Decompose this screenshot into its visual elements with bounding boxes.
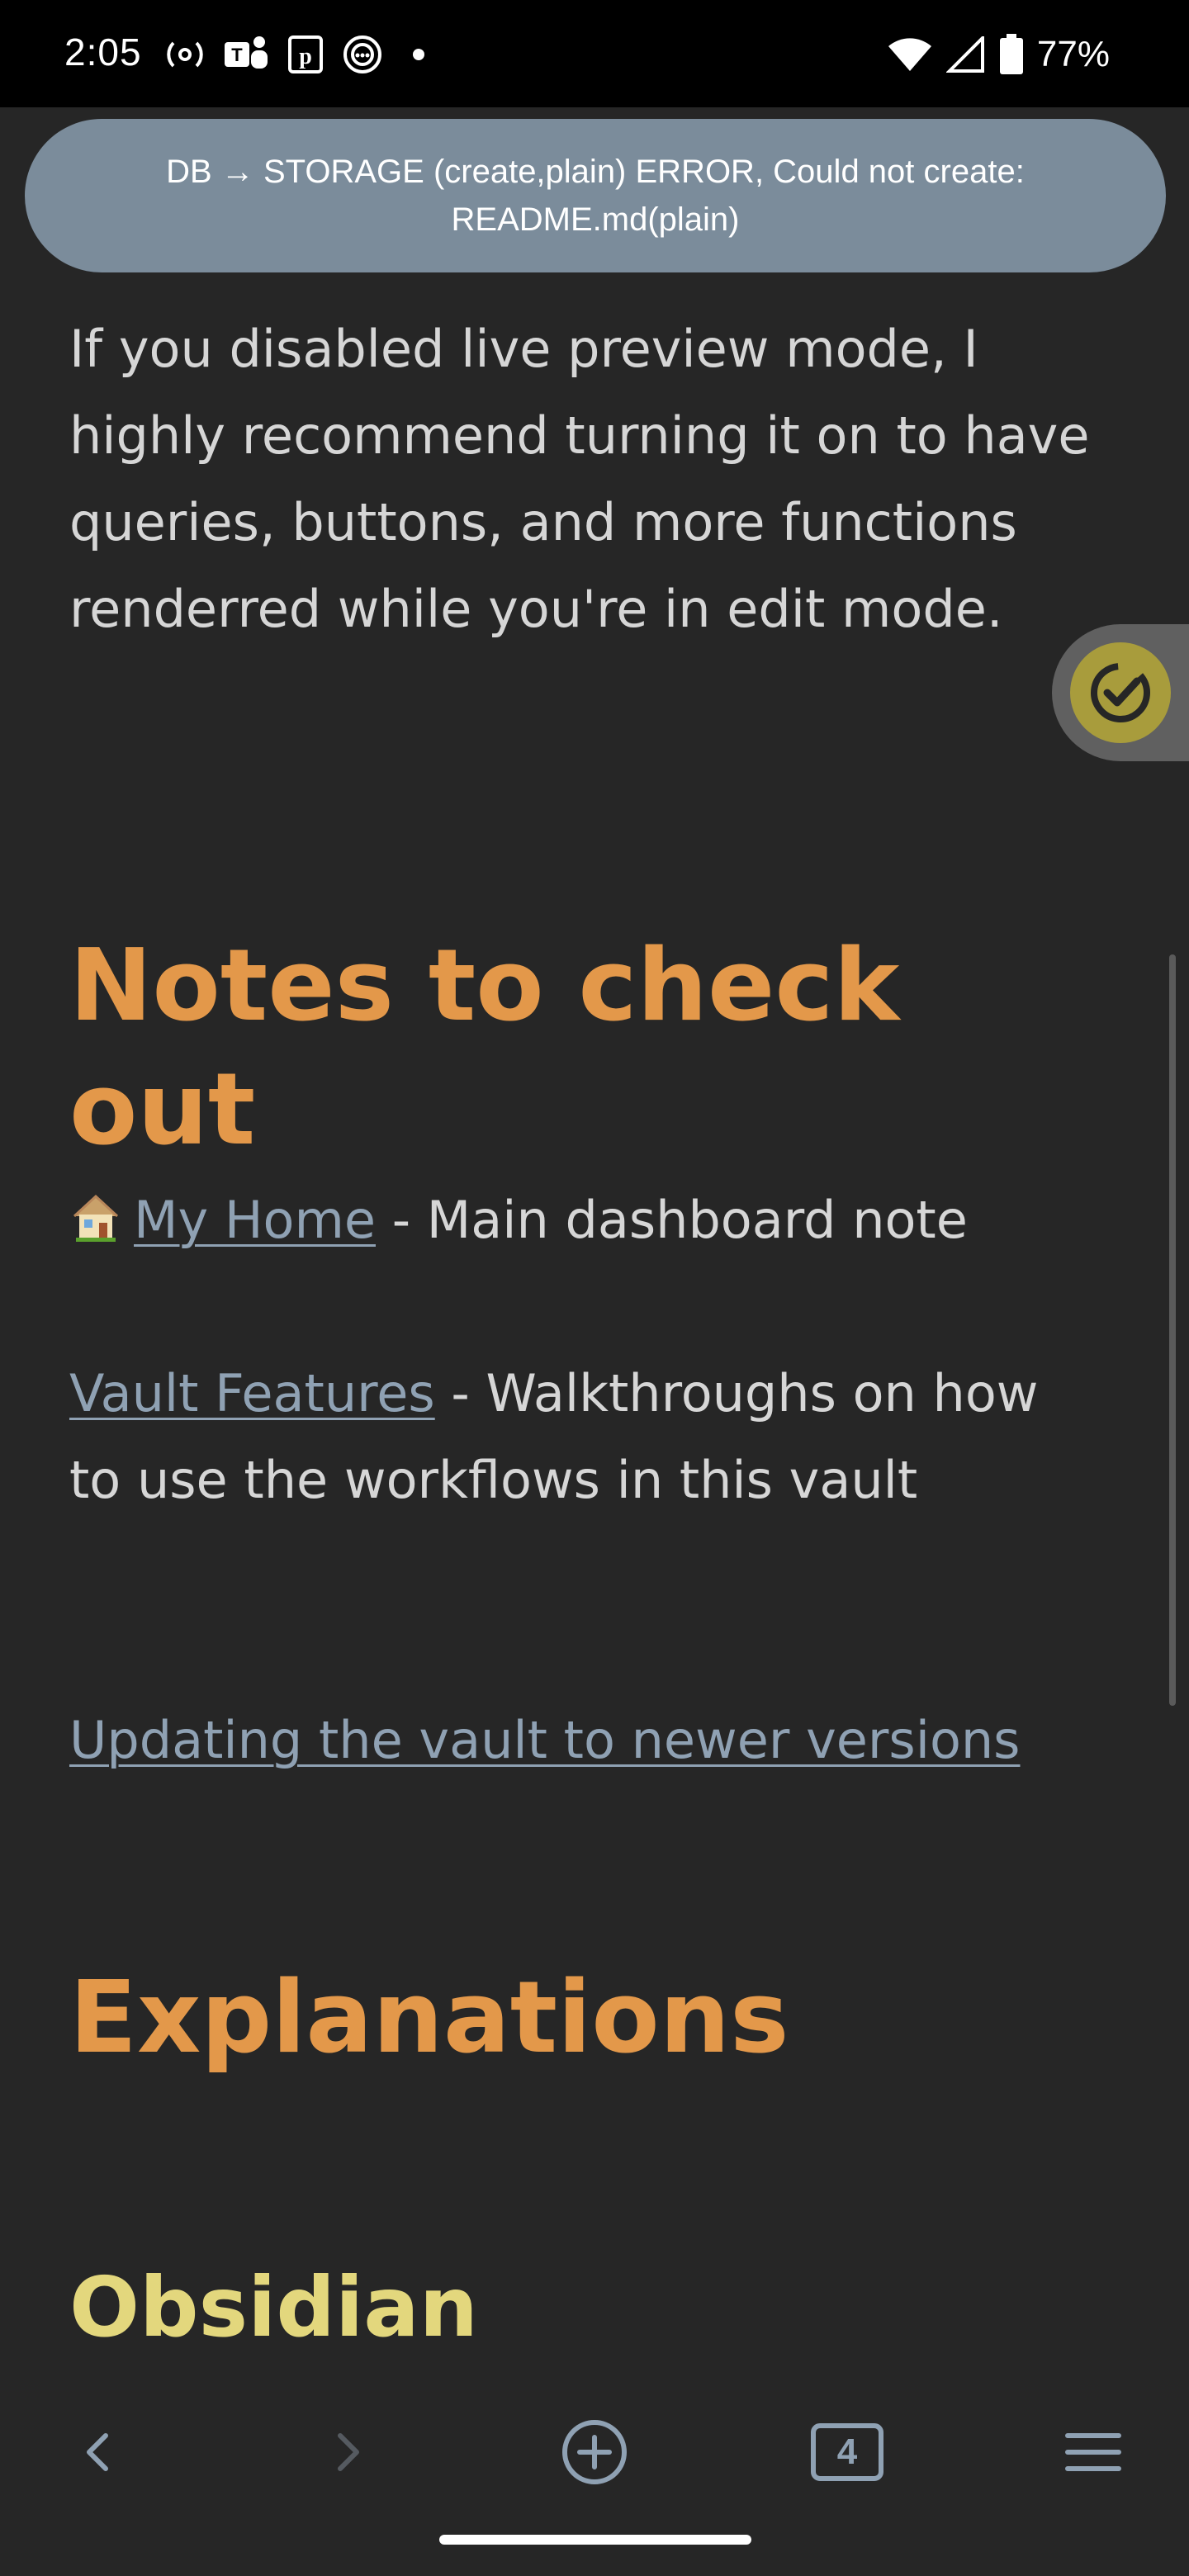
chevron-right-icon	[338, 2433, 359, 2471]
error-toast: DB → STORAGE (create,plain) ERROR, Could…	[25, 119, 1166, 272]
more-notifications-dot	[413, 49, 424, 60]
bottom-navigation: 4	[0, 2378, 1189, 2576]
heading-notes-to-check-out: Notes to check out	[69, 929, 900, 1167]
battery-percentage: 77%	[1036, 34, 1110, 74]
tabs-button[interactable]: 4	[798, 2403, 897, 2502]
signal-icon	[945, 36, 984, 73]
heading-explanations: Explanations	[69, 1961, 789, 2076]
error-toast-message: DB → STORAGE (create,plain) ERROR, Could…	[166, 154, 1025, 238]
link-line-vault-features: Vault Features - Walkthroughs on how to …	[69, 1350, 1093, 1523]
status-bar: 2:05 T p 77%	[0, 0, 1189, 107]
heading-obsidian: Obsidian	[69, 2259, 478, 2356]
screen: 2:05 T p 77% DB → STORAGE (create,plain)…	[0, 0, 1189, 2576]
check-circle-icon	[1091, 663, 1150, 722]
notification-icons: T p	[165, 30, 424, 79]
hamburger-menu-icon	[1065, 2433, 1121, 2471]
home-indicator[interactable]	[439, 2535, 751, 2545]
intro-paragraph: If you disabled live preview mode, I hig…	[69, 319, 1090, 639]
pinterest-like-icon: p	[288, 36, 323, 73]
back-button[interactable]	[50, 2403, 149, 2502]
teams-icon: T	[225, 36, 268, 69]
hotspot-icon	[167, 41, 203, 68]
my-home-link[interactable]: My Home	[134, 1190, 376, 1250]
updating-vault-link[interactable]: Updating the vault to newer versions	[69, 1710, 1020, 1770]
chevron-left-icon	[87, 2433, 108, 2471]
floating-check-button[interactable]	[1052, 624, 1189, 761]
menu-button[interactable]	[1044, 2403, 1143, 2502]
forward-button[interactable]	[297, 2403, 396, 2502]
link-line-updating-vault: Updating the vault to newer versions	[69, 1697, 1093, 1783]
wifi-icon	[888, 38, 931, 71]
check-circle[interactable]	[1070, 642, 1171, 743]
system-icons: 77%	[887, 30, 1110, 79]
status-time: 2:05	[64, 31, 142, 73]
house-icon	[73, 1194, 119, 1242]
scrollbar[interactable]	[1169, 954, 1176, 1706]
tab-count: 4	[836, 2432, 858, 2472]
battery-icon	[999, 34, 1023, 74]
my-home-description: - Main dashboard note	[376, 1190, 968, 1250]
svg-text:p: p	[299, 44, 312, 69]
new-note-button[interactable]	[545, 2403, 644, 2502]
link-line-my-home: My Home - Main dashboard note	[69, 1177, 1093, 1263]
vault-features-link[interactable]: Vault Features	[69, 1363, 435, 1423]
assistant-icon	[343, 36, 381, 73]
plus-circle-icon	[562, 2420, 627, 2484]
svg-text:T: T	[231, 45, 243, 65]
